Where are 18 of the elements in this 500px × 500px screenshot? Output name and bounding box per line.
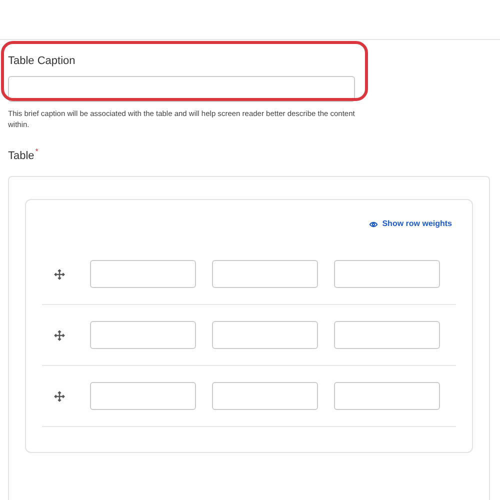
move-icon[interactable] — [54, 268, 65, 280]
caption-input[interactable] — [8, 76, 355, 102]
cell-input[interactable] — [334, 260, 440, 288]
cell-input[interactable] — [212, 321, 318, 349]
cell-input[interactable] — [334, 321, 440, 349]
cell-input[interactable] — [90, 260, 196, 288]
move-icon[interactable] — [54, 330, 65, 340]
show-row-weights-link[interactable]: Show row weights — [369, 218, 452, 230]
cell-input[interactable] — [334, 382, 440, 410]
eye-icon — [369, 220, 378, 228]
cell-input[interactable] — [212, 382, 318, 410]
move-icon[interactable] — [54, 390, 65, 402]
required-mark: * — [35, 146, 38, 158]
cell-input[interactable] — [212, 260, 318, 288]
cell-input[interactable] — [90, 321, 196, 349]
field-label: Table — [8, 148, 34, 164]
field-label: Table Caption — [8, 54, 76, 69]
cell-input[interactable] — [90, 382, 196, 410]
